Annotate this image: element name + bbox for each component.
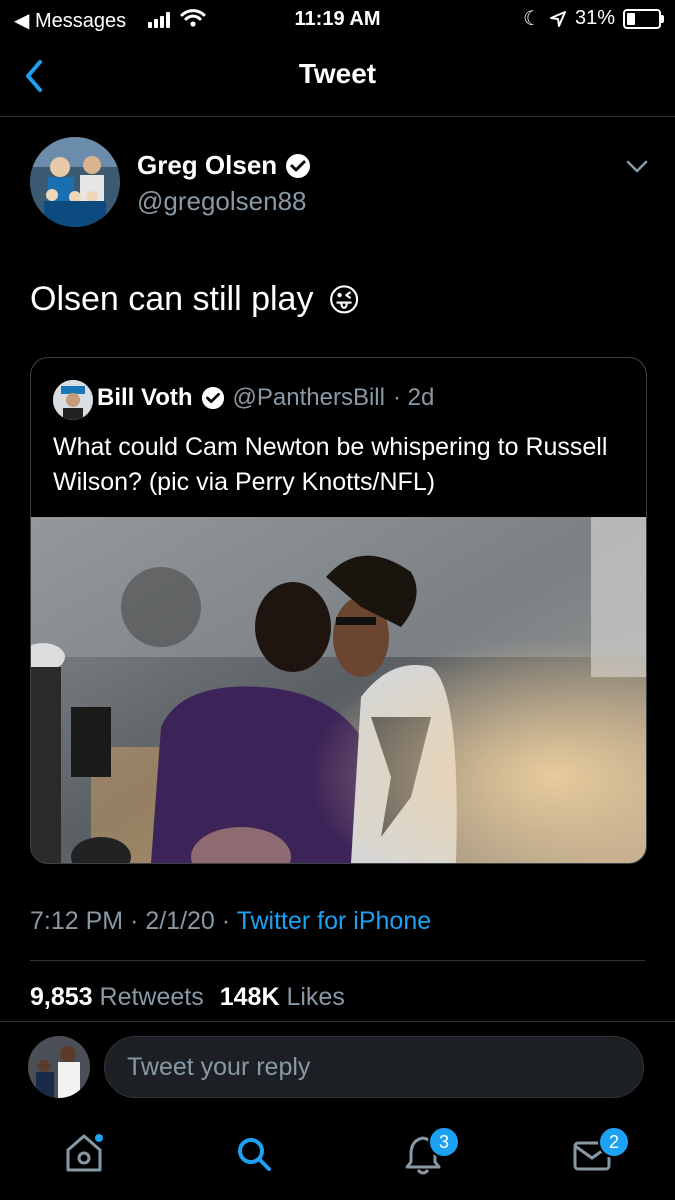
tweet-source-link[interactable]: Twitter for iPhone xyxy=(237,907,432,935)
retweets-label: Retweets xyxy=(99,983,204,1011)
divider xyxy=(30,960,645,961)
nav-bar: Tweet xyxy=(0,44,675,117)
tweet-text-row: Olsen can still play 😜 xyxy=(30,280,361,319)
search-icon[interactable] xyxy=(234,1134,274,1174)
reply-input[interactable]: Tweet your reply xyxy=(104,1036,644,1098)
home-icon[interactable] xyxy=(64,1132,104,1174)
author-name-row[interactable]: Greg Olsen xyxy=(137,150,311,181)
tweet-meta: 7:12 PM · 2/1/20 · Twitter for iPhone xyxy=(30,907,431,936)
likes-label: Likes xyxy=(286,983,345,1011)
quoted-author-handle: @PanthersBill xyxy=(232,384,385,411)
messages-badge: 2 xyxy=(598,1126,630,1158)
verified-badge-icon xyxy=(201,386,224,410)
likes-stat[interactable]: 148K Likes xyxy=(220,983,345,1012)
retweets-stat[interactable]: 9,853 Retweets xyxy=(30,983,204,1012)
status-right: ☾ 31% xyxy=(523,6,664,31)
tweet-text: Olsen can still play xyxy=(30,280,314,318)
quoted-photo[interactable] xyxy=(31,517,646,863)
retweets-count: 9,853 xyxy=(30,983,93,1011)
battery-icon xyxy=(623,8,664,29)
moon-icon: ☾ xyxy=(523,8,541,30)
my-avatar[interactable] xyxy=(28,1036,90,1098)
status-bar: ◀ Messages 11:19 AM ☾ 31% xyxy=(0,0,675,40)
quoted-tweet-card[interactable]: Bill Voth @PanthersBill · 2d What could … xyxy=(30,357,647,864)
page-title: Tweet xyxy=(298,58,377,89)
location-icon xyxy=(549,10,566,27)
author-name: Greg Olsen xyxy=(137,150,278,180)
likes-count: 148K xyxy=(219,983,280,1011)
quoted-age: · 2d xyxy=(392,384,435,411)
quoted-author-name: Bill Voth xyxy=(97,384,193,411)
winking-tongue-emoji: 😜 xyxy=(327,281,361,318)
tweet-timestamp: 7:12 PM · 2/1/20 · xyxy=(30,907,237,935)
verified-badge-icon xyxy=(286,153,311,178)
divider xyxy=(0,1021,675,1022)
chevron-down-icon[interactable] xyxy=(626,160,648,174)
battery-percent: 31% xyxy=(574,7,615,29)
tweet-stats: 9,853 Retweets 148K Likes xyxy=(30,983,345,1012)
quoted-header: Bill Voth @PanthersBill · 2d xyxy=(97,384,434,412)
author-handle[interactable]: @gregolsen88 xyxy=(137,186,307,217)
author-avatar[interactable] xyxy=(30,137,120,227)
quoted-author-avatar xyxy=(53,380,93,420)
notifications-badge: 3 xyxy=(428,1126,460,1158)
quoted-text: What could Cam Newton be whispering to R… xyxy=(53,433,608,496)
